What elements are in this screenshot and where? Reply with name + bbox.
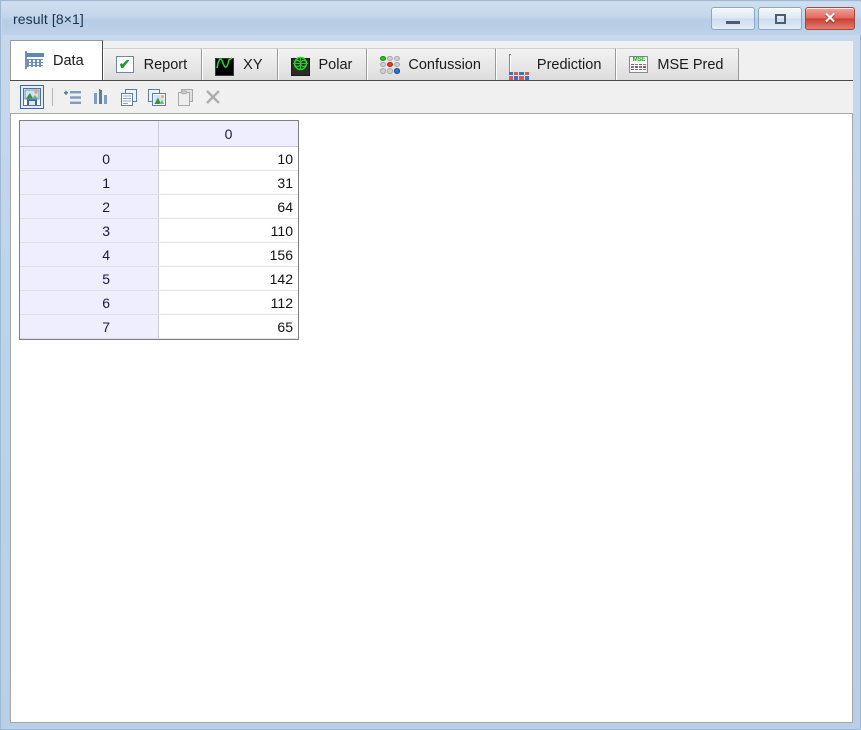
tab-polar[interactable]: Polar bbox=[277, 48, 368, 80]
grid-corner-cell[interactable] bbox=[20, 121, 159, 147]
data-panel: 0 0 10 1 31 2 64 3 110 4 156 5 142 6 112… bbox=[10, 113, 853, 723]
tab-mse-pred[interactable]: MSE MSE Pred bbox=[616, 48, 739, 80]
paste-image-button[interactable] bbox=[145, 85, 169, 109]
table-row[interactable]: 4 156 bbox=[20, 242, 298, 267]
grid-header-row: 0 bbox=[20, 121, 298, 147]
grid-cell-6-0[interactable]: 112 bbox=[158, 290, 298, 315]
confusion-matrix-icon bbox=[380, 55, 401, 74]
copy-document-icon bbox=[121, 88, 137, 106]
grid-cell-0-0[interactable]: 10 bbox=[158, 146, 298, 171]
save-image-icon bbox=[23, 88, 41, 106]
insert-columns-button[interactable] bbox=[89, 85, 113, 109]
table-grid-icon bbox=[25, 50, 45, 70]
tab-report[interactable]: ✔ Report bbox=[102, 48, 203, 80]
table-row[interactable]: 1 31 bbox=[20, 170, 298, 195]
insert-rows-button[interactable] bbox=[61, 85, 85, 109]
grid-cell-2-0[interactable]: 64 bbox=[158, 194, 298, 219]
grid-column-header-0[interactable]: 0 bbox=[158, 121, 298, 147]
clipboard-icon bbox=[177, 88, 193, 106]
mse-grid-icon: MSE bbox=[629, 55, 649, 74]
grid-cell-5-0[interactable]: 142 bbox=[158, 266, 298, 291]
minimize-button[interactable] bbox=[711, 7, 755, 30]
toolbar bbox=[10, 81, 853, 113]
clipboard-button bbox=[173, 85, 197, 109]
grid-row-header-1[interactable]: 1 bbox=[20, 170, 159, 195]
rows-list-icon bbox=[64, 90, 82, 104]
close-button[interactable]: ✕ bbox=[805, 7, 855, 30]
grid-cell-1-0[interactable]: 31 bbox=[158, 170, 298, 195]
grid-row-header-7[interactable]: 7 bbox=[20, 314, 159, 339]
grid-cell-7-0[interactable]: 65 bbox=[158, 314, 298, 339]
maximize-icon bbox=[774, 13, 786, 24]
columns-chart-icon bbox=[93, 89, 109, 105]
tab-prediction-label: Prediction bbox=[536, 56, 602, 73]
close-icon: ✕ bbox=[823, 10, 837, 27]
paste-image-icon bbox=[148, 88, 166, 106]
table-row[interactable]: 2 64 bbox=[20, 194, 298, 219]
tab-xy-label: XY bbox=[243, 56, 263, 73]
polar-plot-icon bbox=[290, 56, 311, 76]
sine-wave-icon bbox=[215, 56, 235, 76]
close-x-icon bbox=[205, 89, 221, 105]
grid-row-header-4[interactable]: 4 bbox=[20, 242, 159, 267]
tab-report-label: Report bbox=[143, 56, 188, 73]
window-controls: ✕ bbox=[711, 7, 855, 30]
client-area: Data ✔ Report XY Polar Confussion Predic… bbox=[10, 40, 853, 723]
grid-row-header-5[interactable]: 5 bbox=[20, 266, 159, 291]
title-bar: result [8×1] ✕ bbox=[2, 2, 861, 35]
grid-row-header-2[interactable]: 2 bbox=[20, 194, 159, 219]
tab-polar-label: Polar bbox=[318, 56, 353, 73]
table-row[interactable]: 0 10 bbox=[20, 146, 298, 171]
table-row[interactable]: 7 65 bbox=[20, 314, 298, 339]
data-grid[interactable]: 0 0 10 1 31 2 64 3 110 4 156 5 142 6 112… bbox=[20, 121, 298, 339]
toolbar-separator bbox=[52, 88, 53, 106]
maximize-button[interactable] bbox=[758, 7, 802, 30]
tab-confussion[interactable]: Confussion bbox=[367, 48, 496, 80]
grid-row-header-3[interactable]: 3 bbox=[20, 218, 159, 243]
delete-button bbox=[201, 85, 225, 109]
tab-mse-pred-label: MSE Pred bbox=[657, 56, 724, 73]
grid-cell-3-0[interactable]: 110 bbox=[158, 218, 298, 243]
window-title: result [8×1] bbox=[13, 10, 84, 27]
application-window: result [8×1] ✕ Data ✔ Report XY Polar Co… bbox=[0, 0, 861, 730]
tab-data[interactable]: Data bbox=[10, 40, 103, 80]
table-row[interactable]: 5 142 bbox=[20, 266, 298, 291]
data-grid-container[interactable]: 0 0 10 1 31 2 64 3 110 4 156 5 142 6 112… bbox=[19, 120, 299, 340]
tab-data-label: Data bbox=[53, 52, 84, 69]
minimize-icon bbox=[726, 20, 740, 24]
tab-prediction[interactable]: Prediction bbox=[495, 48, 617, 108]
prediction-grid-icon bbox=[508, 53, 529, 108]
save-image-button[interactable] bbox=[20, 85, 44, 109]
grid-cell-4-0[interactable]: 156 bbox=[158, 242, 298, 267]
tab-xy[interactable]: XY bbox=[202, 48, 278, 80]
tab-confussion-label: Confussion bbox=[408, 56, 481, 73]
grid-row-header-0[interactable]: 0 bbox=[20, 146, 159, 171]
checkmark-box-icon: ✔ bbox=[115, 55, 136, 74]
table-row[interactable]: 3 110 bbox=[20, 218, 298, 243]
copy-button[interactable] bbox=[117, 85, 141, 109]
tab-strip: Data ✔ Report XY Polar Confussion Predic… bbox=[10, 40, 853, 108]
grid-row-header-6[interactable]: 6 bbox=[20, 290, 159, 315]
table-row[interactable]: 6 112 bbox=[20, 290, 298, 315]
